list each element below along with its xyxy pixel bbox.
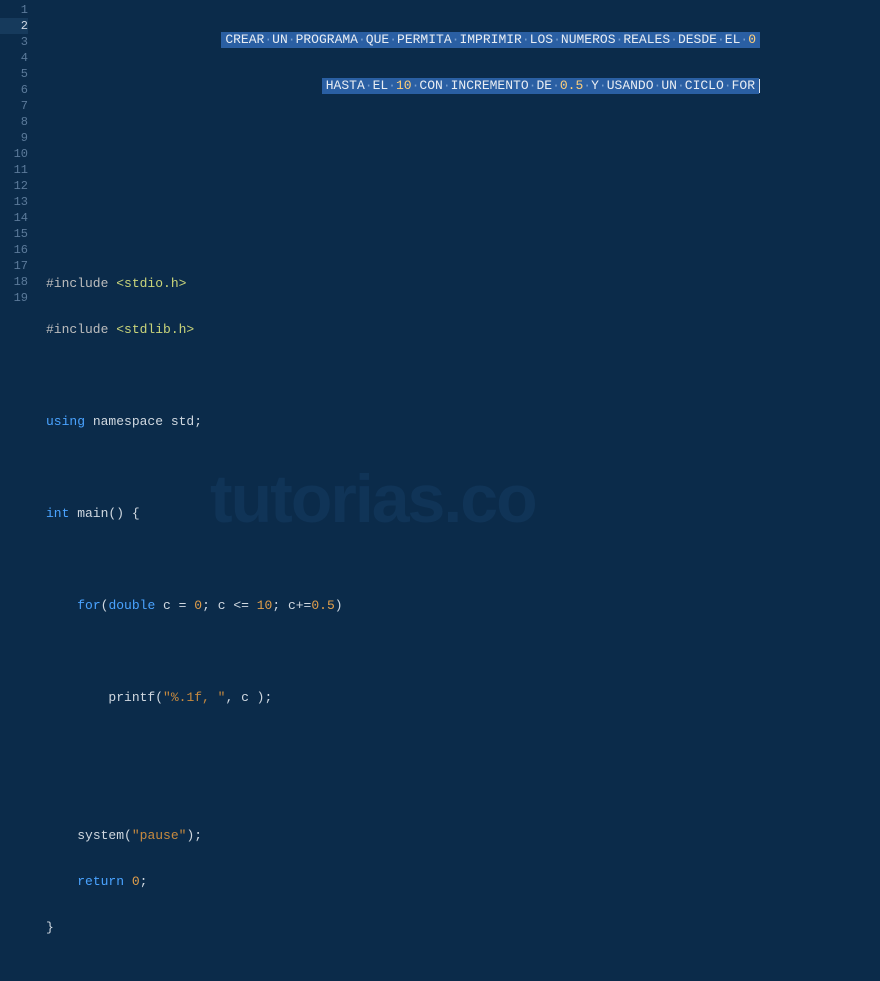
code-line xyxy=(46,169,880,185)
line-number: 6 xyxy=(0,82,28,98)
line-number: 2 xyxy=(0,18,28,34)
line-number: 18 xyxy=(0,274,28,290)
line-number: 9 xyxy=(0,130,28,146)
line-number: 16 xyxy=(0,242,28,258)
line-number: 1 xyxy=(0,2,28,18)
line-gutter: 12345678910111213141516171819 xyxy=(0,0,36,560)
line-number: 17 xyxy=(0,258,28,274)
code-line: printf("%.1f, ", c ); xyxy=(46,690,880,706)
comment-line-2: HASTA·EL·10·CON·INCREMENTO·DE·0.5·Y·USAN… xyxy=(322,78,759,94)
code-line xyxy=(46,736,880,752)
line-number: 11 xyxy=(0,162,28,178)
code-line: #include <stdio.h> xyxy=(46,276,880,292)
code-line xyxy=(46,368,880,384)
line-number: 3 xyxy=(0,34,28,50)
code-line xyxy=(46,215,880,231)
code-line xyxy=(46,644,880,660)
comment-line-1: CREAR·UN·PROGRAMA·QUE·PERMITA·IMPRIMIR·L… xyxy=(221,32,760,48)
line-number: 14 xyxy=(0,210,28,226)
line-number: 8 xyxy=(0,114,28,130)
line-number: 19 xyxy=(0,290,28,306)
code-line: return 0; xyxy=(46,874,880,890)
line-number: 12 xyxy=(0,178,28,194)
line-number: 7 xyxy=(0,98,28,114)
code-line xyxy=(46,782,880,798)
line-number: 4 xyxy=(0,50,28,66)
code-line xyxy=(46,123,880,139)
line-number: 5 xyxy=(0,66,28,82)
header-comment: CREAR·UN·PROGRAMA·QUE·PERMITA·IMPRIMIR·L… xyxy=(221,2,760,124)
line-number: 13 xyxy=(0,194,28,210)
line-number: 10 xyxy=(0,146,28,162)
watermark-text: tutorias.co xyxy=(210,460,536,538)
code-line: for(double c = 0; c <= 10; c+=0.5) xyxy=(46,598,880,614)
code-line: #include <stdlib.h> xyxy=(46,322,880,338)
line-number: 15 xyxy=(0,226,28,242)
code-line: using namespace std; xyxy=(46,414,880,430)
code-line: } xyxy=(46,920,880,936)
code-line xyxy=(46,552,880,568)
code-line: system("pause"); xyxy=(46,828,880,844)
text-cursor xyxy=(759,79,760,93)
